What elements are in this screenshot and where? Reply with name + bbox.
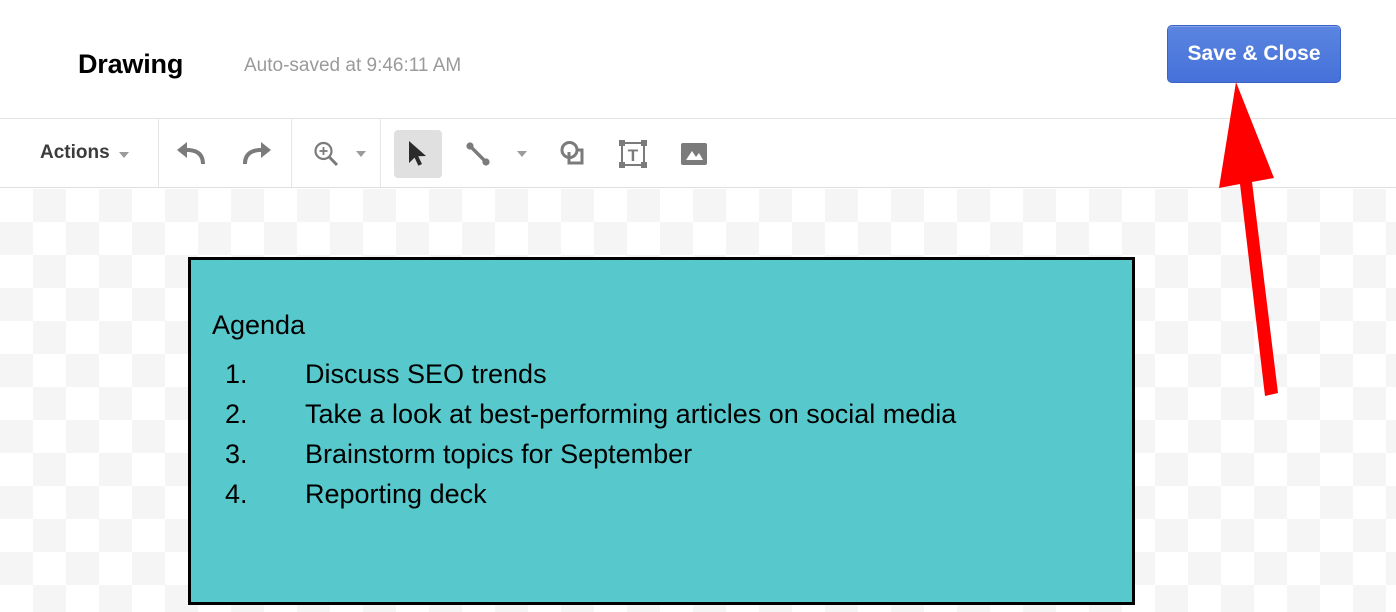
chevron-down-icon: [517, 151, 527, 157]
list-item-number: 2.: [225, 399, 248, 429]
list-item-text: Brainstorm topics for September: [305, 439, 693, 469]
shape-icon: [560, 141, 584, 165]
image-tool-button[interactable]: [674, 134, 714, 174]
line-tool-button[interactable]: [458, 134, 498, 174]
image-icon: [681, 143, 707, 165]
toolbar-divider: [380, 119, 381, 187]
drawing-editor: Drawing Auto-saved at 9:46:11 AM Save & …: [0, 0, 1396, 612]
list-item: 2. Take a look at best-performing articl…: [212, 394, 1092, 434]
list-item-number: 3.: [225, 439, 248, 469]
autosave-status: Auto-saved at 9:46:11 AM: [244, 55, 462, 76]
chevron-down-icon: [356, 151, 366, 157]
shape-tool-button[interactable]: [552, 134, 592, 174]
list-item-number: 1.: [225, 359, 248, 389]
cursor-arrow-icon: [409, 141, 426, 166]
redo-icon: [243, 142, 271, 164]
actions-menu-button[interactable]: Actions: [40, 119, 129, 187]
list-item: 1. Discuss SEO trends: [212, 354, 1092, 394]
header-bar: Drawing Auto-saved at 9:46:11 AM Save & …: [0, 0, 1396, 118]
line-icon: [466, 142, 490, 166]
toolbar: Actions T: [0, 118, 1396, 188]
list-item-text: Discuss SEO trends: [305, 359, 547, 389]
list-item-number: 4.: [225, 479, 248, 509]
undo-button[interactable]: [173, 134, 213, 174]
save-and-close-button[interactable]: Save & Close: [1167, 25, 1341, 83]
zoom-in-icon: [314, 141, 339, 167]
agenda-shape[interactable]: Agenda 1. Discuss SEO trends 2. Take a l…: [188, 257, 1135, 605]
save-and-close-label: Save & Close: [1187, 42, 1321, 65]
list-item: 4. Reporting deck: [212, 474, 1092, 514]
text-box-icon: T: [619, 140, 647, 168]
agenda-title: Agenda: [212, 310, 306, 340]
line-dropdown-button[interactable]: [512, 134, 532, 174]
drawing-canvas[interactable]: Agenda 1. Discuss SEO trends 2. Take a l…: [0, 189, 1396, 612]
svg-text:T: T: [628, 146, 639, 165]
redo-button[interactable]: [235, 134, 275, 174]
page-title: Drawing: [78, 49, 184, 79]
zoom-button[interactable]: [306, 134, 346, 174]
list-item-text: Reporting deck: [305, 479, 487, 509]
toolbar-divider: [158, 119, 159, 187]
toolbar-divider: [291, 119, 292, 187]
actions-menu-label: Actions: [40, 142, 110, 163]
list-item: 3. Brainstorm topics for September: [212, 434, 1092, 474]
undo-icon: [177, 142, 205, 164]
select-tool-button[interactable]: [394, 130, 442, 178]
text-box-tool-button[interactable]: T: [613, 134, 653, 174]
agenda-list: 1. Discuss SEO trends 2. Take a look at …: [212, 354, 1092, 514]
zoom-dropdown-button[interactable]: [351, 134, 371, 174]
list-item-text: Take a look at best-performing articles …: [305, 399, 957, 429]
chevron-down-icon: [118, 152, 129, 158]
